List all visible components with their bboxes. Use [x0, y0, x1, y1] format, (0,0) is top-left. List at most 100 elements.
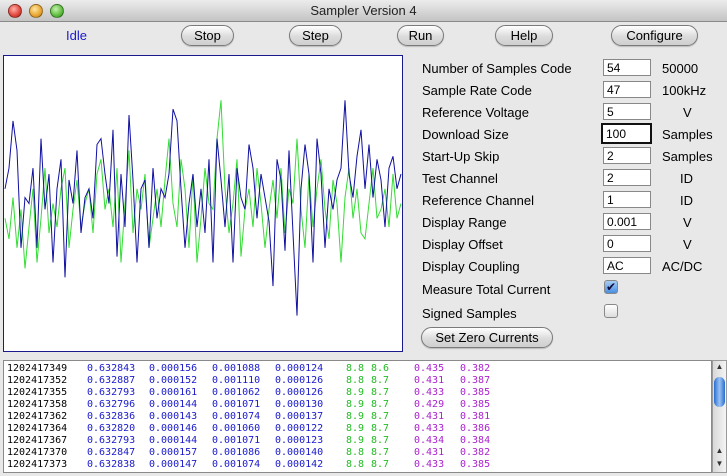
log-cell: 8.7 — [371, 447, 390, 458]
scroll-up-arrow-icon[interactable]: ▲ — [713, 445, 726, 457]
set-zero-currents-button[interactable]: Set Zero Currents — [421, 327, 553, 348]
log-cell: 8.8 — [346, 363, 365, 374]
display-range-field[interactable] — [603, 213, 651, 230]
configure-button[interactable]: Configure — [611, 25, 698, 46]
log-cell: 0.000140 — [275, 447, 324, 458]
log-cell: 0.632820 — [87, 423, 136, 434]
log-cell: 0.000161 — [149, 387, 198, 398]
log-cell: 0.632793 — [87, 387, 136, 398]
waveform-svg — [4, 100, 402, 316]
log-cell: 8.9 — [346, 423, 365, 434]
measure-total-current-label: Measure Total Current — [422, 282, 551, 297]
reference-voltage-field[interactable] — [603, 103, 651, 120]
log-cell: 8.7 — [371, 459, 390, 470]
param-label-sample-rate: Sample Rate Code — [422, 83, 532, 98]
log-scrollbar[interactable]: ▲ ▲ ▼ — [712, 360, 727, 473]
blue-trace — [4, 100, 402, 316]
scroll-up-arrow-icon[interactable]: ▲ — [713, 361, 726, 373]
green-trace — [4, 100, 402, 269]
log-cell: 0.000124 — [275, 363, 324, 374]
log-cell: 0.001060 — [212, 423, 261, 434]
log-cell: 8.9 — [346, 399, 365, 410]
log-cell: 8.8 — [346, 459, 365, 470]
log-cell: 1202417349 — [7, 363, 68, 374]
log-cell: 0.382 — [460, 363, 491, 374]
log-cell: 8.8 — [346, 447, 365, 458]
display-coupling-field[interactable] — [603, 257, 651, 274]
signed-samples-checkbox[interactable] — [604, 304, 618, 318]
param-label-download-size: Download Size — [422, 127, 509, 142]
param-label-reference-voltage: Reference Voltage — [422, 105, 529, 120]
samples-code-field[interactable] — [603, 59, 651, 76]
log-cell: 0.385 — [460, 459, 491, 470]
log-cell: 1202417352 — [7, 375, 68, 386]
test-channel-field[interactable] — [603, 169, 651, 186]
signed-samples-label: Signed Samples — [422, 306, 517, 321]
log-cell: 0.385 — [460, 387, 491, 398]
display-coupling-unit: AC/DC — [662, 259, 703, 274]
display-offset-unit: V — [683, 237, 692, 252]
log-cell: 8.7 — [371, 399, 390, 410]
log-cell: 0.000126 — [275, 387, 324, 398]
log-cell: 0.431 — [414, 411, 445, 422]
log-cell: 1202417367 — [7, 435, 68, 446]
log-cell: 0.431 — [414, 447, 445, 458]
log-cell: 0.001074 — [212, 411, 261, 422]
startup-skip-field[interactable] — [603, 147, 651, 164]
reference-channel-field[interactable] — [603, 191, 651, 208]
log-cell: 0.001074 — [212, 459, 261, 470]
log-cell: 1202417364 — [7, 423, 68, 434]
sample-rate-code-field[interactable] — [603, 81, 651, 98]
param-label-startup-skip: Start-Up Skip — [422, 149, 500, 164]
log-cell: 8.8 — [346, 375, 365, 386]
log-cell: 8.7 — [371, 435, 390, 446]
window-title: Sampler Version 4 — [310, 3, 417, 18]
log-cell: 0.000144 — [149, 435, 198, 446]
log-cell: 0.000126 — [275, 375, 324, 386]
param-label-display-coupling: Display Coupling — [422, 259, 520, 274]
status-label: Idle — [66, 28, 87, 43]
log-cell: 0.433 — [414, 423, 445, 434]
param-label-test-channel: Test Channel — [422, 171, 498, 186]
log-cell: 0.387 — [460, 375, 491, 386]
startup-skip-unit: Samples — [662, 149, 713, 164]
log-cell: 0.429 — [414, 399, 445, 410]
log-cell: 1202417355 — [7, 387, 68, 398]
run-button[interactable]: Run — [397, 25, 444, 46]
param-label-display-offset: Display Offset — [422, 237, 503, 252]
stop-button[interactable]: Stop — [181, 25, 234, 46]
reference-voltage-unit: V — [683, 105, 692, 120]
log-cell: 0.632793 — [87, 435, 136, 446]
log-cell: 0.385 — [460, 399, 491, 410]
scroll-thumb[interactable] — [714, 377, 725, 407]
log-cell: 0.381 — [460, 411, 491, 422]
log-cell: 0.382 — [460, 447, 491, 458]
log-cell: 0.001088 — [212, 363, 261, 374]
scroll-down-arrow-icon[interactable]: ▼ — [713, 458, 726, 470]
log-cell: 0.000122 — [275, 423, 324, 434]
log-cell: 8.7 — [371, 387, 390, 398]
log-cell: 0.000156 — [149, 363, 198, 374]
log-cell: 0.386 — [460, 423, 491, 434]
help-button[interactable]: Help — [495, 25, 553, 46]
param-label-reference-channel: Reference Channel — [422, 193, 535, 208]
waveform-display — [3, 55, 403, 352]
log-cell: 0.632847 — [87, 447, 136, 458]
samples-code-unit: 50000 — [662, 61, 699, 76]
log-cell: 0.000144 — [149, 399, 198, 410]
log-cell: 0.433 — [414, 387, 445, 398]
log-cell: 0.001110 — [212, 375, 261, 386]
log-cell: 1202417358 — [7, 399, 68, 410]
download-size-field[interactable] — [601, 123, 652, 144]
log-cell: 0.632838 — [87, 459, 136, 470]
measure-total-current-checkbox[interactable]: ✔ — [604, 280, 618, 294]
display-offset-field[interactable] — [603, 235, 651, 252]
data-log[interactable]: 1202417349 0.632843 0.000156 0.001088 0.0001… — [3, 360, 712, 473]
download-size-unit: Samples — [662, 127, 713, 142]
log-cell: 8.7 — [371, 375, 390, 386]
log-cell: 0.000147 — [149, 459, 198, 470]
log-cell: 1202417370 — [7, 447, 68, 458]
log-cell: 0.632796 — [87, 399, 136, 410]
step-button[interactable]: Step — [289, 25, 342, 46]
log-cell: 0.000146 — [149, 423, 198, 434]
